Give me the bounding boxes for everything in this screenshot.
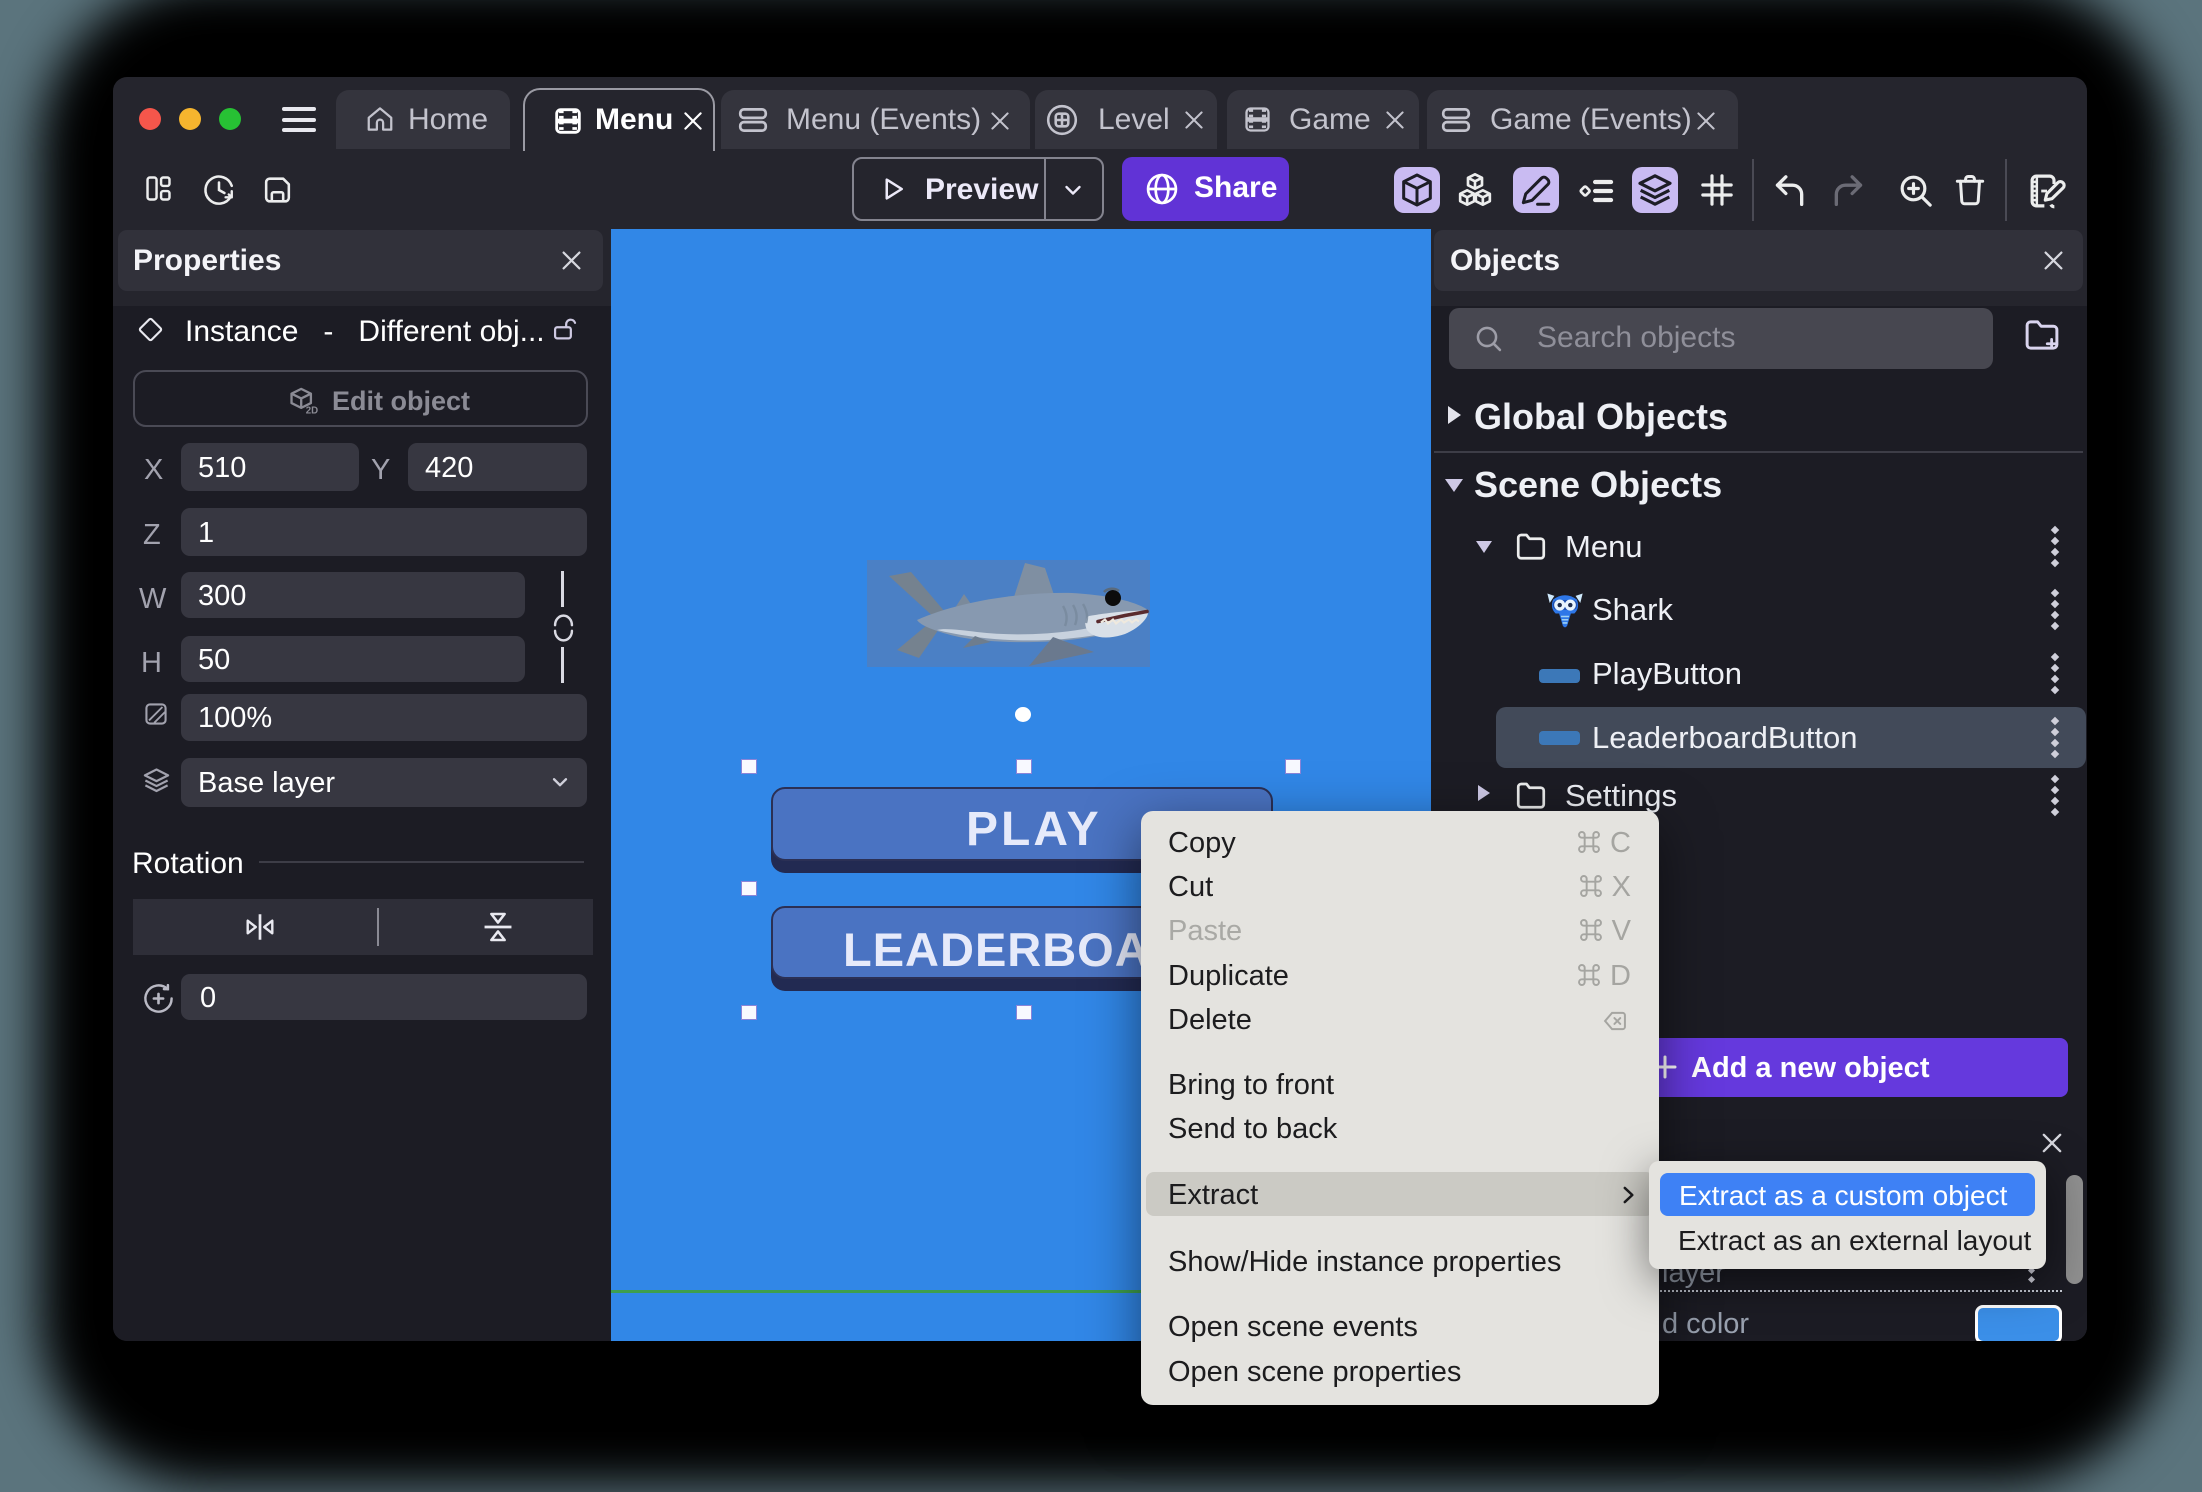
svg-text:2D: 2D — [306, 405, 318, 416]
